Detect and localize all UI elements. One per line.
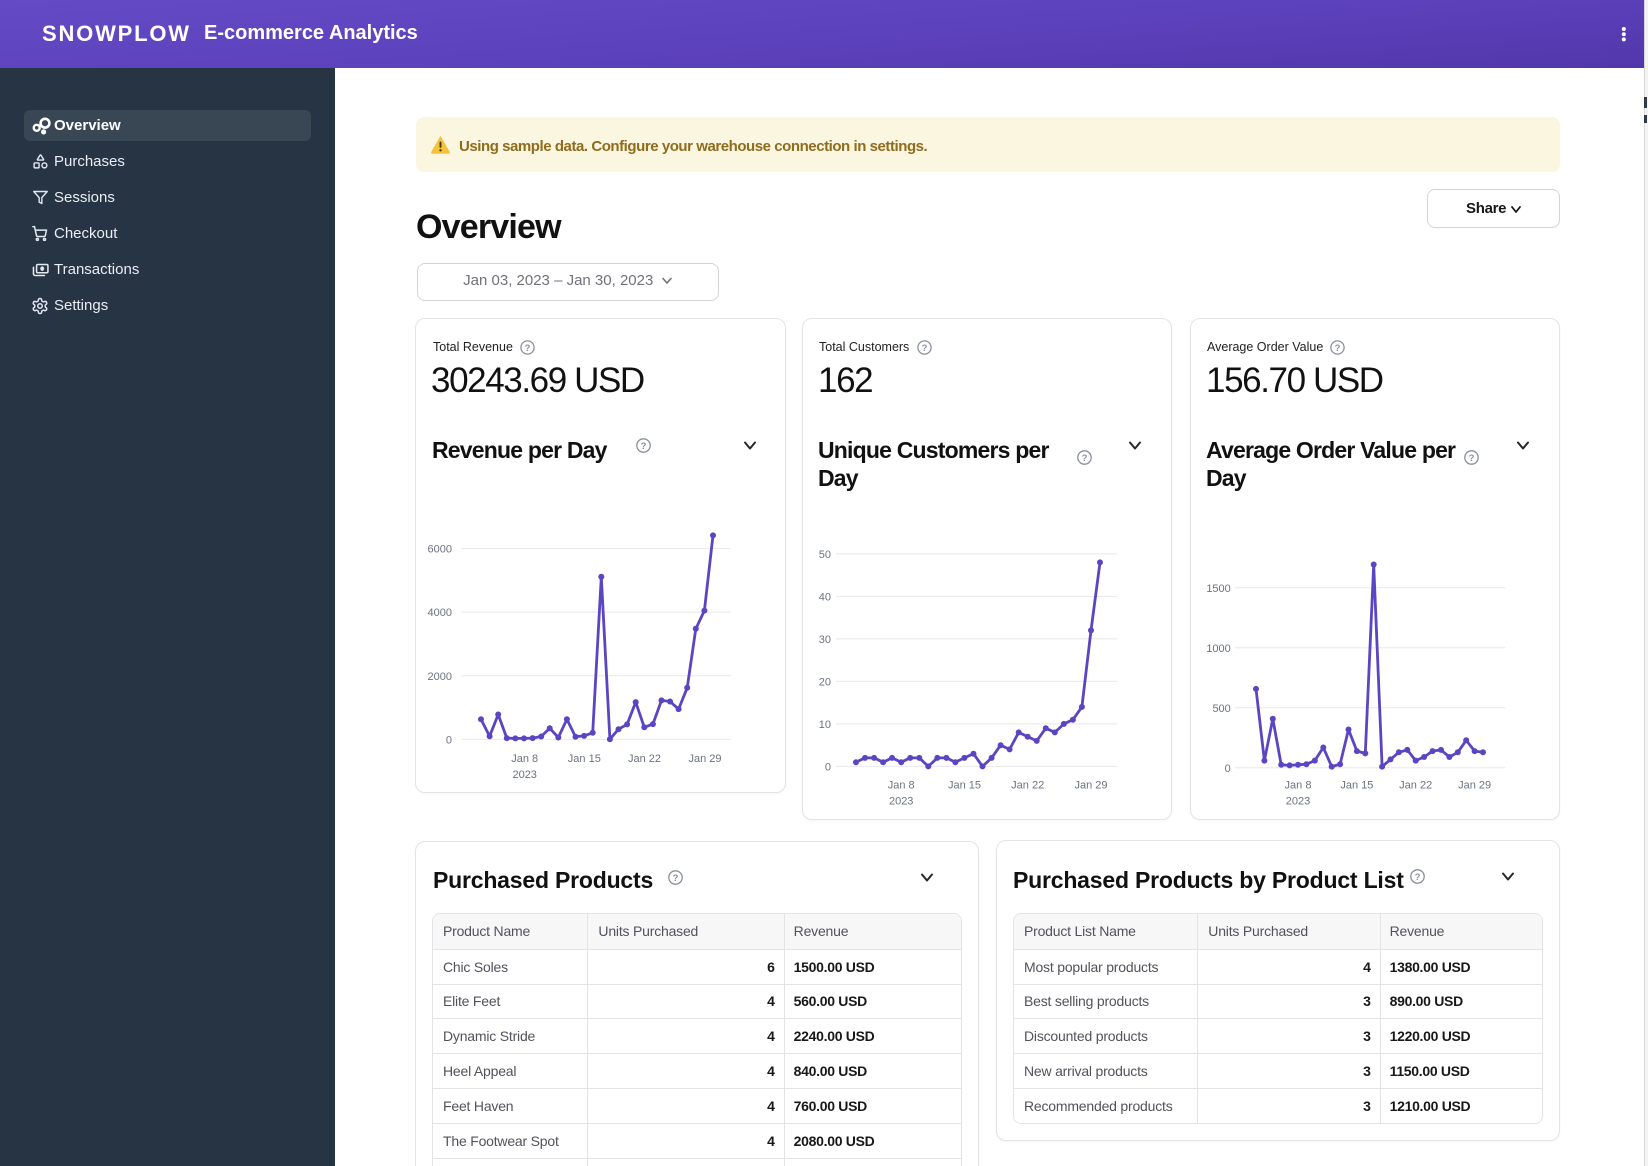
svg-text:1500: 1500 [1206,583,1230,595]
svg-text:Jan 15: Jan 15 [948,780,981,792]
svg-text:Jan 29: Jan 29 [1458,780,1491,792]
svg-text:0: 0 [1225,763,1231,775]
svg-text:Jan 8: Jan 8 [888,780,915,792]
svg-text:2023: 2023 [889,796,913,808]
svg-text:30: 30 [819,634,831,646]
svg-text:Jan 29: Jan 29 [688,753,721,765]
svg-text:4000: 4000 [428,607,452,619]
svg-text:?: ? [1415,872,1421,883]
svg-text:Jan 15: Jan 15 [568,753,601,765]
svg-text:Jan 8: Jan 8 [1285,780,1312,792]
svg-text:2023: 2023 [512,769,536,781]
svg-text:0: 0 [446,734,452,746]
svg-text:Jan 15: Jan 15 [1340,780,1373,792]
svg-text:Jan 8: Jan 8 [511,753,538,765]
svg-text:10: 10 [819,719,831,731]
svg-text:Jan 22: Jan 22 [1011,780,1044,792]
svg-text:?: ? [641,441,647,452]
svg-text:?: ? [1469,453,1475,464]
svg-text:Jan 29: Jan 29 [1074,780,1107,792]
svg-text:6000: 6000 [428,544,452,556]
svg-text:40: 40 [819,591,831,603]
svg-text:500: 500 [1212,703,1230,715]
svg-text:20: 20 [819,676,831,688]
svg-text:50: 50 [819,549,831,561]
svg-text:2023: 2023 [1286,796,1310,808]
svg-text:0: 0 [825,761,831,773]
svg-text:?: ? [922,343,928,354]
svg-text:?: ? [525,343,531,354]
svg-text:Jan 22: Jan 22 [628,753,661,765]
svg-text:?: ? [1335,343,1341,354]
svg-text:1000: 1000 [1206,643,1230,655]
svg-text:2000: 2000 [428,671,452,683]
svg-text:?: ? [673,873,679,884]
svg-text:Jan 22: Jan 22 [1399,780,1432,792]
svg-text:?: ? [1082,453,1088,464]
